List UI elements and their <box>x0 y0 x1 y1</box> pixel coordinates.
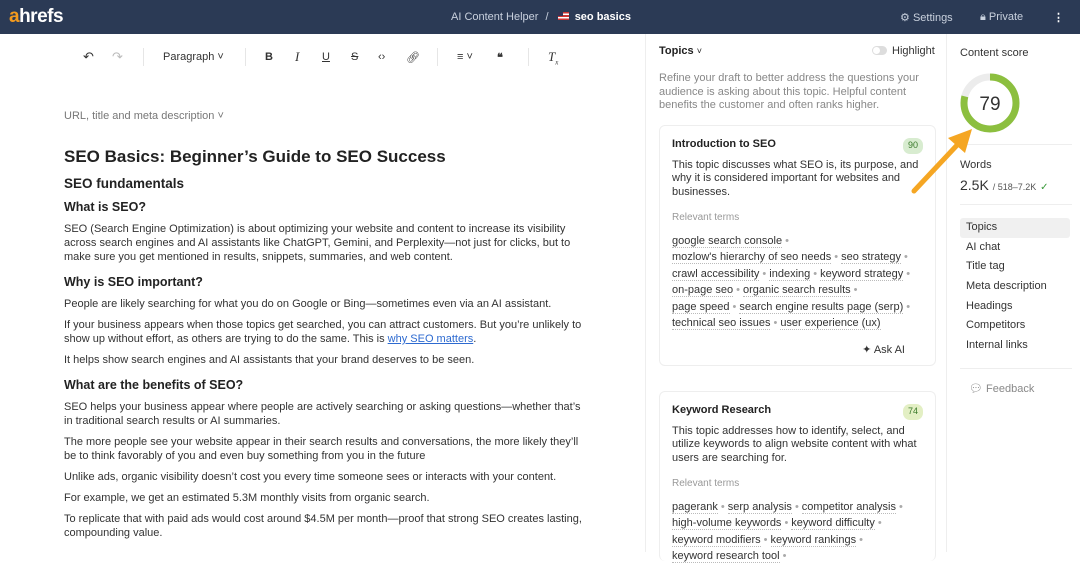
topics-intro: Refine your draft to better address the … <box>659 72 919 111</box>
term[interactable]: competitor analysis <box>801 500 896 514</box>
term[interactable]: on-page seo <box>672 284 734 297</box>
sidebar-item-ai-chat[interactable]: AI chat <box>960 238 1070 258</box>
more-menu-icon[interactable]: ⋮ <box>1053 11 1064 24</box>
editor: ↶ ↷ Paragraph ˅ B I U S ‹› 🔗︎ ≡ ˅ ❝ Tx U… <box>0 34 645 552</box>
topic-score-badge: 74 <box>902 404 923 420</box>
paragraph: For example, we get an estimated 5.3M mo… <box>64 492 430 504</box>
block-type-select[interactable]: Paragraph ˅ <box>163 51 224 63</box>
redo-icon[interactable]: ↷ <box>112 49 123 65</box>
topics-dropdown[interactable]: Topics ˅ <box>659 45 702 57</box>
term[interactable]: keyword strategy <box>820 267 904 281</box>
gear-icon: ⚙ <box>900 12 910 24</box>
comment-icon: 💬︎ <box>969 383 983 395</box>
sidebar-item-internal-links[interactable]: Internal links <box>960 336 1070 356</box>
content-score-ring: 79 <box>960 73 1020 133</box>
paragraph: SEO (Search Engine Optimization) is abou… <box>64 223 571 263</box>
align-icon[interactable]: ≡ ˅ <box>457 51 473 63</box>
topic-title: Keyword Research <box>672 404 772 416</box>
relevant-terms-label: Relevant terms <box>672 478 740 489</box>
term[interactable]: seo strategy <box>841 251 902 264</box>
content-score-label: Content score <box>960 47 1029 59</box>
term[interactable]: user experience (ux) <box>780 317 881 330</box>
topic-description: This topic addresses how to identify, se… <box>672 424 917 464</box>
code-icon[interactable]: ‹› <box>378 51 385 63</box>
score-sidebar: Content score 79 Words 2.5K / 518–7.2K ✓… <box>948 34 1080 552</box>
sidebar-item-title-tag[interactable]: Title tag <box>960 257 1070 277</box>
term[interactable]: keyword modifiers <box>672 533 761 547</box>
term[interactable]: technical seo issues <box>672 317 771 330</box>
term[interactable]: keyword rankings <box>770 533 857 547</box>
underline-icon[interactable]: U <box>322 51 330 63</box>
heading: Why is SEO important? <box>64 275 203 289</box>
italic-icon[interactable]: I <box>295 49 299 65</box>
us-flag-icon <box>557 12 569 20</box>
word-count: 2.5K / 518–7.2K ✓ <box>960 177 1049 193</box>
meta-toggle[interactable]: URL, title and meta description ˅ <box>64 110 224 122</box>
settings-button[interactable]: ⚙ Settings <box>900 11 953 24</box>
topic-card[interactable]: Keyword Research 74 This topic addresses… <box>659 391 936 563</box>
term[interactable]: page speed <box>672 300 730 314</box>
term[interactable]: pagerank <box>672 500 718 514</box>
term[interactable]: google search console <box>672 234 783 248</box>
sidebar-nav: Topics AI chat Title tag Meta description He… <box>960 218 1070 356</box>
quote-icon[interactable]: ❝ <box>497 51 503 64</box>
topic-score-badge: 90 <box>902 138 923 154</box>
term[interactable]: high-volume keywords <box>672 517 782 530</box>
score-value: 79 <box>979 94 1000 115</box>
why-seo-matters-link[interactable]: why SEO matters <box>388 333 474 345</box>
check-icon: ✓ <box>1040 182 1049 193</box>
term[interactable]: crawl accessibility <box>672 267 760 281</box>
heading: SEO fundamentals <box>64 176 185 191</box>
words-label: Words <box>960 159 992 171</box>
toggle-switch[interactable] <box>872 46 887 55</box>
paragraph: The more people see your website appear … <box>64 436 579 462</box>
ask-ai-button[interactable]: ✦ Ask AI <box>862 344 905 358</box>
privacy-button[interactable]: 🔒︎ Private <box>980 11 1023 24</box>
sidebar-item-competitors[interactable]: Competitors <box>960 316 1070 336</box>
document-body[interactable]: SEO Basics: Beginner’s Guide to SEO Succ… <box>64 147 584 547</box>
topic-card[interactable]: Introduction to SEO 90 This topic discus… <box>659 125 936 366</box>
term[interactable]: organic search results <box>743 284 851 297</box>
link-icon[interactable]: 🔗︎ <box>406 51 420 64</box>
relevant-terms: google search console • mozlow's hierarchy… <box>672 234 911 330</box>
paragraph: If your business appears when those topi… <box>64 319 582 345</box>
breadcrumb-app[interactable]: AI Content Helper <box>451 11 538 23</box>
paragraph: To replicate that with paid ads would co… <box>64 513 582 539</box>
undo-icon[interactable]: ↶ <box>83 49 94 65</box>
doc-title: SEO Basics: Beginner’s Guide to SEO Succ… <box>64 147 446 166</box>
clear-format-icon[interactable]: Tx <box>548 49 558 67</box>
paragraph: It helps show search engines and AI assi… <box>64 354 475 366</box>
term[interactable]: mozlow's hierarchy of seo needs <box>672 251 832 264</box>
top-bar: ahrefs AI Content Helper / seo basics ⚙ … <box>0 0 1080 34</box>
sidebar-item-topics[interactable]: Topics <box>960 218 1070 238</box>
heading: What are the benefits of SEO? <box>64 378 244 392</box>
term[interactable]: serp analysis <box>727 500 792 514</box>
lock-icon: 🔒︎ <box>980 11 986 23</box>
sparkle-icon: ✦ <box>862 343 872 356</box>
breadcrumb-document: seo basics <box>574 11 631 23</box>
topics-panel: Topics ˅ Highlight Refine your draft to … <box>645 34 947 563</box>
term[interactable]: indexing <box>769 267 811 281</box>
bold-icon[interactable]: B <box>265 51 273 63</box>
paragraph: People are likely searching for what you… <box>64 298 552 310</box>
highlight-toggle[interactable]: Highlight <box>872 45 935 57</box>
ahrefs-logo[interactable]: ahrefs <box>9 6 64 28</box>
strikethrough-icon[interactable]: S <box>351 51 358 63</box>
paragraph: Unlike ads, organic visibility doesn’t c… <box>64 471 557 483</box>
paragraph: SEO helps your business appear where peo… <box>64 401 581 427</box>
relevant-terms: pagerank • serp analysis • competitor analys… <box>672 500 903 563</box>
sidebar-item-headings[interactable]: Headings <box>960 297 1070 317</box>
term[interactable]: search engine results page (serp) <box>739 300 904 314</box>
topic-description: This topic discusses what SEO is, its pu… <box>672 158 919 198</box>
term[interactable]: keyword difficulty <box>791 517 875 530</box>
feedback-button[interactable]: 💬︎ Feedback <box>969 382 1034 395</box>
relevant-terms-label: Relevant terms <box>672 212 740 223</box>
sidebar-item-meta-description[interactable]: Meta description <box>960 277 1070 297</box>
breadcrumb: AI Content Helper / seo basics <box>451 11 631 23</box>
topic-title: Introduction to SEO <box>672 138 776 150</box>
heading: What is SEO? <box>64 200 146 214</box>
